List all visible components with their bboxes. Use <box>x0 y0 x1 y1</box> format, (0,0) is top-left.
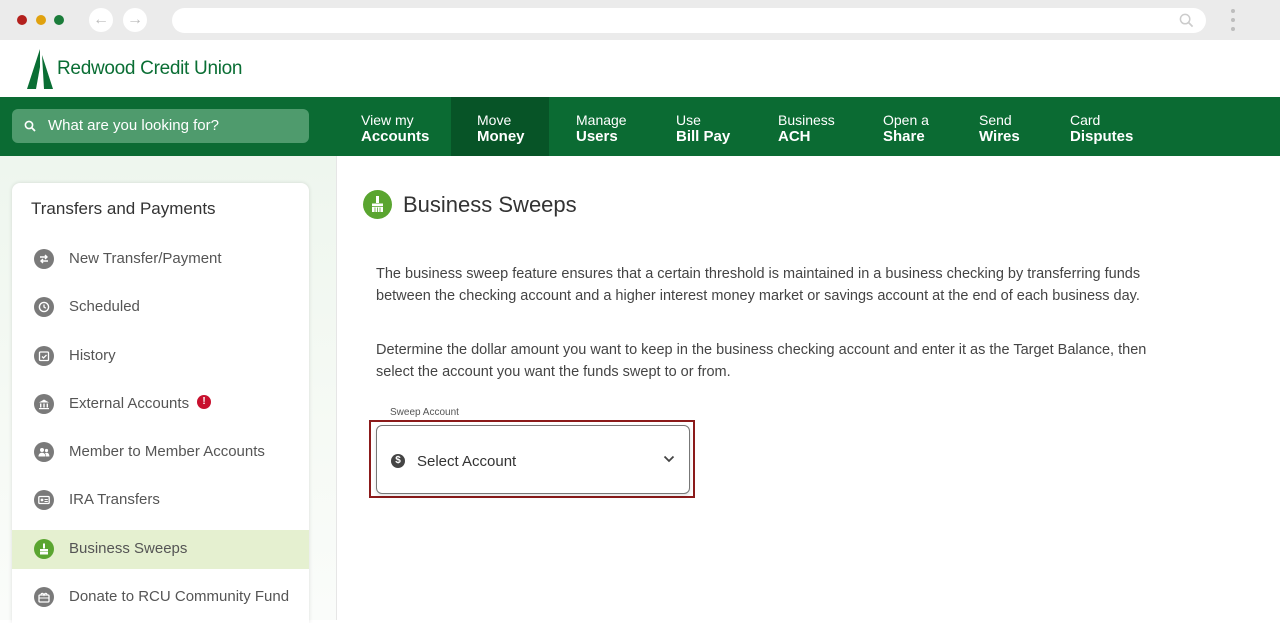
nav-label-line1: Move <box>477 112 512 128</box>
description-paragraph-1: The business sweep feature ensures that … <box>376 266 1141 304</box>
nav-label-line1: Open a <box>883 112 929 128</box>
close-window-dot[interactable] <box>17 15 27 25</box>
nav-move-money[interactable]: Move Money <box>451 97 549 156</box>
sweep-account-label: Sweep Account <box>390 407 459 418</box>
nav-send-wires[interactable]: Send Wires <box>979 97 1029 156</box>
business-sweeps-icon <box>363 190 392 219</box>
maximize-window-dot[interactable] <box>54 15 64 25</box>
nav-label-line1: Use <box>676 112 701 128</box>
redwood-tree-logo-icon[interactable] <box>27 49 53 89</box>
search-icon <box>1179 13 1194 28</box>
minimize-window-dot[interactable] <box>36 15 46 25</box>
sidebar-item-ira-transfers[interactable]: IRA Transfers <box>12 481 309 520</box>
alert-icon: ! <box>197 395 211 409</box>
chevron-down-icon <box>663 455 675 463</box>
dollar-icon: $ <box>391 454 405 468</box>
broom-icon <box>34 539 54 559</box>
nav-label-line2: Disputes <box>1070 128 1134 145</box>
sidebar-item-history[interactable]: History <box>12 337 309 376</box>
nav-label-line2: Money <box>477 128 525 145</box>
nav-label-line2: Accounts <box>361 128 430 145</box>
main-nav: What are you looking for? View my Accoun… <box>0 97 1280 156</box>
nav-label-line1: Manage <box>576 112 627 128</box>
sidebar-item-external-accounts[interactable]: External Accounts ! <box>12 385 309 424</box>
sidebar-item-scheduled[interactable]: Scheduled <box>12 288 309 327</box>
sidebar-item-label: External Accounts <box>69 395 190 412</box>
nav-label-line1: Business <box>778 112 835 128</box>
search-placeholder: What are you looking for? <box>48 117 219 134</box>
ira-icon <box>34 490 54 510</box>
sidebar-item-label: Scheduled <box>69 298 140 315</box>
sidebar-item-label: New Transfer/Payment <box>69 250 222 267</box>
search-input[interactable]: What are you looking for? <box>12 109 309 143</box>
forward-arrow-icon[interactable]: → <box>123 8 147 32</box>
sidebar-item-label: IRA Transfers <box>69 491 160 508</box>
nav-manage-users[interactable]: Manage Users <box>576 97 636 156</box>
nav-label-line2: Share <box>883 128 925 145</box>
bank-name[interactable]: Redwood Credit Union <box>57 58 242 80</box>
nav-label-line1: View my <box>361 112 414 128</box>
nav-label-line2: Wires <box>979 128 1020 145</box>
clock-icon <box>34 297 54 317</box>
sidebar-item-donate[interactable]: Donate to RCU Community Fund <box>12 578 309 617</box>
back-arrow-icon[interactable]: ← <box>89 8 113 32</box>
nav-bill-pay[interactable]: Use Bill Pay <box>676 97 736 156</box>
nav-view-accounts[interactable]: View my Accounts <box>361 97 441 156</box>
sidebar-item-label: History <box>69 347 116 364</box>
nav-card-disputes[interactable]: Card Disputes <box>1070 97 1140 156</box>
select-value: Select Account <box>417 453 517 470</box>
sidebar: Transfers and Payments New Transfer/Paym… <box>12 183 309 623</box>
transfer-icon <box>34 249 54 269</box>
nav-label-line2: Users <box>576 128 618 145</box>
nav-label-line2: ACH <box>778 128 811 145</box>
people-icon <box>34 442 54 462</box>
nav-open-share[interactable]: Open a Share <box>883 97 938 156</box>
description-paragraph-2: Determine the dollar amount you want to … <box>376 342 1147 380</box>
sidebar-item-label: Business Sweeps <box>69 540 188 557</box>
sidebar-title: Transfers and Payments <box>31 199 216 218</box>
nav-label-line1: Card <box>1070 112 1101 128</box>
sidebar-item-label: Donate to RCU Community Fund <box>69 588 290 605</box>
search-icon <box>24 120 36 132</box>
address-bar[interactable] <box>172 8 1206 33</box>
nav-label-line1: Send <box>979 112 1012 128</box>
sidebar-item-label: Member to Member Accounts <box>69 443 265 460</box>
sidebar-item-business-sweeps[interactable]: Business Sweeps <box>12 530 309 569</box>
browser-chrome: ← → <box>0 0 1280 40</box>
sweep-account-select[interactable]: $ Select Account <box>376 425 690 494</box>
sidebar-item-member-to-member[interactable]: Member to Member Accounts <box>12 433 309 472</box>
gift-icon <box>34 587 54 607</box>
calendar-icon <box>34 346 54 366</box>
nav-label-line2: Bill Pay <box>676 128 731 145</box>
page-title: Business Sweeps <box>403 192 577 217</box>
bank-icon <box>34 394 54 414</box>
nav-business-ach[interactable]: Business ACH <box>778 97 838 156</box>
browser-menu-icon[interactable] <box>1230 9 1236 36</box>
site-header: Redwood Credit Union <box>0 40 1280 97</box>
sidebar-item-new-transfer[interactable]: New Transfer/Payment <box>12 240 309 279</box>
